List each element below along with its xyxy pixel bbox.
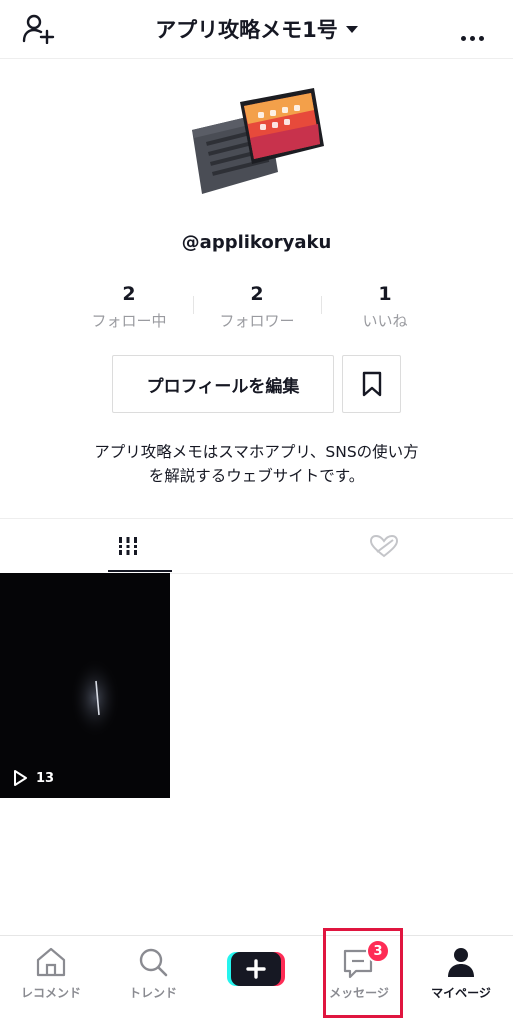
home-icon xyxy=(36,947,66,977)
stat-label: いいね xyxy=(362,312,408,330)
grid-icon xyxy=(117,537,139,555)
nav-item-mypage[interactable]: マイページ xyxy=(410,936,512,1025)
create-button[interactable] xyxy=(227,950,285,988)
edit-profile-button[interactable]: プロフィールを編集 xyxy=(112,355,334,413)
stat-label: フォロワー xyxy=(219,312,295,330)
nav-label: マイページ xyxy=(431,986,491,1000)
tab-videos[interactable] xyxy=(0,519,256,573)
highlight-box xyxy=(323,928,403,1018)
view-count: 13 xyxy=(12,770,54,786)
tab-liked[interactable] xyxy=(256,519,512,573)
content-tabs xyxy=(0,518,513,574)
page-title: アプリ攻略メモ1号 xyxy=(155,18,338,42)
more-icon[interactable] xyxy=(461,26,491,41)
chevron-down-icon xyxy=(345,25,358,33)
nav-label: トレンド xyxy=(128,986,177,1000)
nav-label: レコメンド xyxy=(20,986,81,1000)
bottom-nav: レコメンド トレンド メッセージ マイページ xyxy=(0,935,513,1025)
stat-label: フォロー中 xyxy=(91,312,167,330)
profile-stats: 2 フォロー中 2 フォロワー 1 いいね xyxy=(65,282,448,332)
search-icon xyxy=(139,948,168,977)
bio-line: アプリ攻略メモはスマホアプリ、SNSの使い方 xyxy=(94,443,419,461)
bio-line: を解説するウェブサイトです。 xyxy=(148,467,365,485)
bookmark-icon xyxy=(362,371,381,397)
stat-value: 2 xyxy=(250,283,264,305)
play-icon xyxy=(14,770,27,786)
bookmark-button[interactable] xyxy=(342,355,401,413)
avatar[interactable] xyxy=(186,84,326,202)
heart-hidden-icon xyxy=(369,534,399,558)
active-tab-indicator xyxy=(108,570,172,572)
profile-icon xyxy=(448,948,474,977)
stat-value: 1 xyxy=(378,283,392,305)
view-count-value: 13 xyxy=(36,770,55,786)
account-switcher[interactable]: アプリ攻略メモ1号 xyxy=(0,14,513,44)
profile-bio: アプリ攻略メモはスマホアプリ、SNSの使い方 を解説するウェブサイトです。 xyxy=(40,440,473,488)
username: @applikoryaku xyxy=(181,232,332,253)
video-thumbnail[interactable]: 13 xyxy=(0,573,170,798)
stat-likes[interactable]: 1 いいね xyxy=(321,282,449,331)
video-preview xyxy=(70,658,120,738)
top-bar: アプリ攻略メモ1号 xyxy=(0,0,513,59)
stat-followers[interactable]: 2 フォロワー xyxy=(193,282,321,331)
nav-item-trend[interactable]: トレンド xyxy=(102,936,204,1025)
stat-following[interactable]: 2 フォロー中 xyxy=(65,282,193,331)
stat-value: 2 xyxy=(122,283,136,305)
plus-icon xyxy=(227,952,285,986)
nav-item-recommend[interactable]: レコメンド xyxy=(0,936,102,1025)
